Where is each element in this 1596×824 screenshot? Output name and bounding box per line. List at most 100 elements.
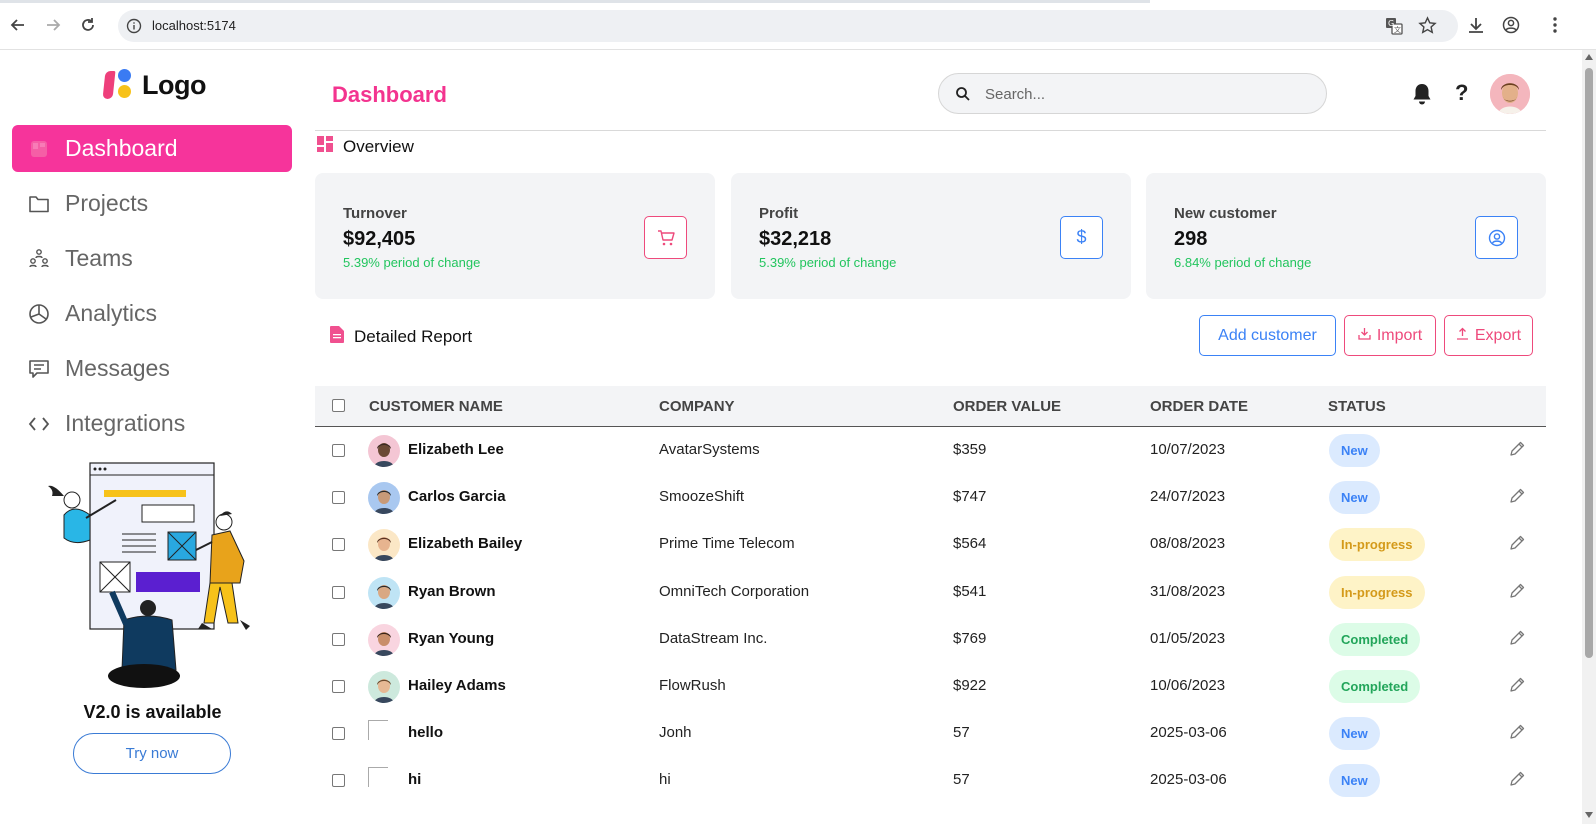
edit-pencil-icon[interactable] (1508, 770, 1526, 793)
try-now-button[interactable]: Try now (73, 733, 231, 774)
sidebar-item-projects[interactable]: Projects (12, 180, 292, 227)
back-icon[interactable] (7, 14, 29, 36)
import-button[interactable]: Import (1344, 315, 1436, 356)
row-checkbox[interactable] (332, 774, 345, 788)
dollar-icon[interactable]: $ (1060, 216, 1103, 259)
bell-icon[interactable] (1411, 82, 1433, 111)
teams-icon (28, 248, 50, 270)
sidebar-item-analytics[interactable]: Analytics (12, 290, 292, 337)
order-value: $564 (953, 535, 987, 553)
company-name: SmoozeShift (659, 488, 745, 506)
row-checkbox[interactable] (332, 585, 345, 599)
add-customer-button[interactable]: Add customer (1199, 315, 1336, 356)
sidebar-item-label: Messages (65, 355, 170, 381)
cart-icon[interactable] (644, 216, 687, 259)
edit-pencil-icon[interactable] (1508, 487, 1526, 510)
broken-image-icon (368, 767, 388, 788)
column-header-order-value[interactable]: ORDER VALUE (953, 398, 1061, 415)
table-row[interactable]: Elizabeth Lee AvatarSystems $359 10/07/2… (315, 427, 1546, 474)
customer-avatar (368, 670, 400, 703)
sidebar-item-label: Projects (65, 190, 149, 216)
order-date: 2025-03-06 (1150, 771, 1227, 789)
stat-value: 298 (1174, 228, 1208, 250)
column-header-order-date[interactable]: ORDER DATE (1150, 398, 1248, 415)
customer-table: CUSTOMER NAME COMPANY ORDER VALUE ORDER … (315, 386, 1546, 805)
sidebar-item-messages[interactable]: Messages (12, 345, 292, 392)
status-badge: New (1329, 717, 1380, 751)
stat-card-turnover: Turnover $92,405 5.39% period of change (315, 173, 715, 299)
svg-text:文: 文 (1394, 25, 1401, 34)
row-checkbox[interactable] (332, 491, 345, 505)
edit-pencil-icon[interactable] (1508, 723, 1526, 746)
page-scrollbar[interactable] (1582, 50, 1596, 824)
stat-value: $92,405 (343, 228, 416, 250)
logo[interactable]: Logo (102, 69, 206, 101)
user-circle-icon[interactable] (1475, 216, 1518, 259)
download-icon[interactable] (1466, 15, 1486, 35)
table-row[interactable]: Elizabeth Bailey Prime Time Telecom $564… (315, 521, 1546, 568)
customer-name: Hailey Adams (408, 676, 506, 694)
customer-name: Ryan Young (408, 629, 495, 647)
site-info-icon[interactable] (126, 18, 142, 34)
customer-name: hi (408, 771, 422, 789)
order-value: $359 (953, 441, 987, 458)
reload-icon[interactable] (77, 14, 99, 36)
sidebar-item-integrations[interactable]: Integrations (12, 400, 292, 447)
order-date: 31/08/2023 (1150, 582, 1226, 600)
company-name: FlowRush (659, 676, 726, 694)
forward-icon[interactable] (42, 14, 64, 36)
status-badge: Completed (1329, 669, 1421, 703)
row-checkbox[interactable] (332, 727, 345, 741)
row-checkbox[interactable] (332, 538, 345, 552)
customer-avatar (368, 623, 400, 656)
help-icon[interactable]: ? (1455, 80, 1468, 106)
customer-name: hello (408, 724, 444, 742)
import-icon (1358, 327, 1371, 345)
select-all-checkbox[interactable] (332, 399, 345, 412)
page-title: Dashboard (332, 82, 447, 107)
customer-name: Elizabeth Lee (408, 441, 504, 458)
customer-avatar (368, 529, 400, 562)
order-value: $769 (953, 629, 987, 647)
column-header-company[interactable]: COMPANY (659, 398, 735, 415)
table-row[interactable]: Carlos Garcia SmoozeShift $747 24/07/202… (315, 474, 1546, 521)
scroll-down-arrow-icon[interactable] (1585, 812, 1593, 818)
edit-pencil-icon[interactable] (1508, 582, 1526, 605)
status-badge: New (1329, 481, 1380, 515)
scrollbar-thumb[interactable] (1585, 68, 1593, 658)
bookmark-star-icon[interactable] (1418, 16, 1437, 40)
table-row[interactable]: Ryan Young DataStream Inc. $769 01/05/20… (315, 616, 1546, 663)
table-header: CUSTOMER NAME COMPANY ORDER VALUE ORDER … (315, 386, 1546, 427)
browser-toolbar: localhost:5174 G文 (0, 0, 1596, 50)
table-row[interactable]: hello Jonh 57 2025-03-06 New (315, 710, 1546, 757)
overview-title: Overview (343, 136, 414, 156)
column-header-customer-name[interactable]: CUSTOMER NAME (369, 398, 503, 415)
sidebar-item-label: Analytics (65, 300, 158, 326)
edit-pencil-icon[interactable] (1508, 534, 1526, 557)
edit-pencil-icon[interactable] (1508, 676, 1526, 699)
table-row[interactable]: Hailey Adams FlowRush $922 10/06/2023 Co… (315, 663, 1546, 710)
row-checkbox[interactable] (332, 444, 345, 457)
profile-icon[interactable] (1501, 15, 1521, 35)
table-row[interactable]: hi hi 57 2025-03-06 New (315, 757, 1546, 804)
sidebar-item-teams[interactable]: Teams (12, 235, 292, 282)
company-name: Jonh (659, 724, 692, 742)
table-row[interactable]: Ryan Brown OmniTech Corporation $541 31/… (315, 569, 1546, 616)
row-checkbox[interactable] (332, 632, 345, 646)
user-avatar[interactable] (1490, 74, 1530, 114)
search-input[interactable] (985, 83, 1305, 105)
row-checkbox[interactable] (332, 679, 345, 693)
sidebar-item-dashboard[interactable]: Dashboard (12, 125, 292, 172)
search-box[interactable] (938, 73, 1327, 114)
translate-icon[interactable]: G文 (1385, 17, 1403, 40)
edit-pencil-icon[interactable] (1508, 440, 1526, 463)
address-bar[interactable]: localhost:5174 G文 (118, 10, 1458, 42)
export-button[interactable]: Export (1444, 315, 1533, 356)
company-name: OmniTech Corporation (659, 582, 810, 600)
column-header-status[interactable]: STATUS (1328, 398, 1386, 415)
scroll-up-arrow-icon[interactable] (1585, 54, 1593, 60)
edit-pencil-icon[interactable] (1508, 629, 1526, 652)
kebab-menu-icon[interactable] (1545, 15, 1565, 35)
order-date: 01/05/2023 (1150, 629, 1226, 647)
stat-card-new-customer: New customer 298 6.84% period of change (1146, 173, 1546, 299)
